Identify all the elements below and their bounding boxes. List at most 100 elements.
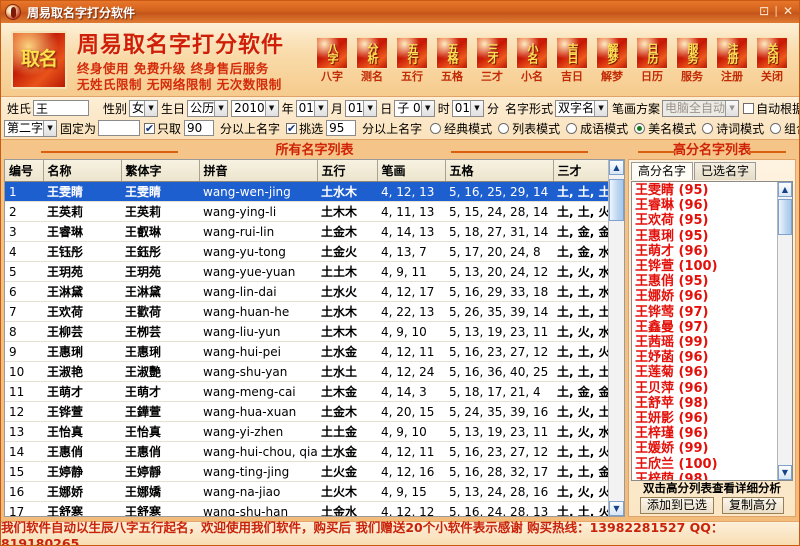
- toolbar-item-五格[interactable]: 五格五格: [433, 37, 471, 83]
- column-header-笔画[interactable]: 笔画: [377, 160, 445, 182]
- day-select[interactable]: 01 ▼: [345, 100, 377, 117]
- column-header-五格[interactable]: 五格: [445, 160, 553, 182]
- surname-input[interactable]: [33, 100, 89, 116]
- table-row[interactable]: 4王钰彤王鈺彤wang-yu-tong土金火4, 13, 75, 17, 20,…: [5, 242, 608, 262]
- table-row[interactable]: 10王淑艳王淑艷wang-shu-yan土水土4, 12, 245, 16, 3…: [5, 362, 608, 382]
- toolbar-item-服务[interactable]: 服务服务: [673, 37, 711, 83]
- add-to-selected-button[interactable]: 添加到已选: [640, 497, 714, 514]
- list-item[interactable]: 王惠俏 (95): [635, 274, 777, 289]
- calendar-select[interactable]: 公历 ▼: [187, 100, 228, 117]
- list-item[interactable]: 王茜瑶 (99): [635, 335, 777, 350]
- table-row[interactable]: 7王欢荷王歡荷wang-huan-he土水木4, 22, 135, 26, 35…: [5, 302, 608, 322]
- toolbar-item-三才[interactable]: 三才三才: [473, 37, 511, 83]
- table-row[interactable]: 2王英莉王英莉wang-ying-li土木木4, 11, 135, 15, 24…: [5, 202, 608, 222]
- list-item[interactable]: 王梓瑾 (96): [635, 426, 777, 441]
- gender-select[interactable]: 女 ▼: [129, 100, 158, 117]
- list-item[interactable]: 王莲菊 (96): [635, 365, 777, 380]
- minimize-icon[interactable]: ⊡: [759, 5, 769, 17]
- list-item[interactable]: 王铧萱 (100): [635, 259, 777, 274]
- list-item[interactable]: 王睿琳 (96): [635, 198, 777, 213]
- list-item[interactable]: 王娜娇 (96): [635, 289, 777, 304]
- pick-input[interactable]: [326, 120, 356, 136]
- list-item[interactable]: 王鑫曼 (97): [635, 320, 777, 335]
- chevron-down-icon: ▼: [421, 101, 434, 116]
- only-take-input[interactable]: [184, 120, 214, 136]
- table-row[interactable]: 6王淋黛王淋黛wang-lin-dai土水火4, 12, 175, 16, 29…: [5, 282, 608, 302]
- column-header-编号[interactable]: 编号: [5, 160, 43, 182]
- column-header-三才[interactable]: 三才: [553, 160, 608, 182]
- scroll-down-icon[interactable]: ▼: [778, 465, 792, 480]
- fixed-input[interactable]: [98, 120, 140, 136]
- toolbar-item-小名[interactable]: 小名小名: [513, 37, 551, 83]
- list-item[interactable]: 王贝萍 (96): [635, 381, 777, 396]
- toolbar-item-吉日[interactable]: 吉日吉日: [553, 37, 591, 83]
- scrollbar-thumb[interactable]: [778, 199, 792, 235]
- mode-radio-列表模式[interactable]: [498, 123, 509, 134]
- toolbar-item-关闭[interactable]: 关闭关闭: [753, 37, 791, 83]
- table-row[interactable]: 9王惠琍王惠琍wang-hui-pei土水金4, 12, 115, 16, 23…: [5, 342, 608, 362]
- table-row[interactable]: 11王萌才王萌才wang-meng-cai土木金4, 14, 35, 18, 1…: [5, 382, 608, 402]
- table-row[interactable]: 13王怡真王怡真wang-yi-zhen土土金4, 9, 105, 13, 19…: [5, 422, 608, 442]
- scrollbar-track[interactable]: [609, 175, 624, 501]
- close-icon[interactable]: ✕: [783, 5, 793, 17]
- table-row[interactable]: 14王惠俏王惠俏wang-hui-chou, qiao土水金4, 12, 115…: [5, 442, 608, 462]
- table-row[interactable]: 5王玥苑王玥苑wang-yue-yuan土土木4, 9, 115, 13, 20…: [5, 262, 608, 282]
- table-row[interactable]: 3王睿琳王叡琳wang-rui-lin土金木4, 14, 135, 18, 27…: [5, 222, 608, 242]
- mode-radio-成语模式[interactable]: [566, 123, 577, 134]
- year-select[interactable]: 2010 ▼: [231, 100, 279, 117]
- list-item[interactable]: 王欣兰 (100): [635, 457, 777, 472]
- list-item[interactable]: 王铧莺 (97): [635, 305, 777, 320]
- list-item[interactable]: 王欢荷 (95): [635, 213, 777, 228]
- mode-radio-诗词模式[interactable]: [702, 123, 713, 134]
- names-grid-scrollbar[interactable]: ▲ ▼: [608, 160, 624, 516]
- char-position-select[interactable]: 第二字 ▼: [4, 120, 57, 137]
- toolbar-item-八字[interactable]: 八字八字: [313, 37, 351, 83]
- stroke-select[interactable]: 电脑全自动 ▼: [662, 100, 739, 117]
- list-item[interactable]: 王舒苹 (98): [635, 396, 777, 411]
- mode-radio-组合模式[interactable]: [770, 123, 781, 134]
- month-select[interactable]: 01 ▼: [296, 100, 328, 117]
- list-item[interactable]: 王妍影 (96): [635, 411, 777, 426]
- column-header-五行[interactable]: 五行: [317, 160, 377, 182]
- column-header-拼音[interactable]: 拼音: [199, 160, 317, 182]
- column-header-繁体字[interactable]: 繁体字: [121, 160, 199, 182]
- minute-select[interactable]: 01 ▼: [452, 100, 484, 117]
- list-item[interactable]: 王媛娇 (99): [635, 441, 777, 456]
- table-row[interactable]: 16王娜娇王娜嬌wang-na-jiao土火木4, 9, 155, 13, 24…: [5, 482, 608, 502]
- pick-checkbox[interactable]: [286, 123, 297, 134]
- tab-高分名字[interactable]: 高分名字: [631, 162, 693, 180]
- only-take-checkbox[interactable]: [144, 123, 155, 134]
- cell-五格: 5, 13, 19, 23, 11: [445, 322, 553, 342]
- list-item[interactable]: 王雯睛 (95): [635, 183, 777, 198]
- nameform-select[interactable]: 双字名 ▼: [555, 100, 608, 117]
- high-score-scrollbar[interactable]: ▲ ▼: [777, 182, 792, 480]
- scroll-up-icon[interactable]: ▲: [778, 182, 792, 197]
- table-row[interactable]: 1王雯睛王雯睛wang-wen-jing土水木4, 12, 135, 16, 2…: [5, 182, 608, 202]
- scrollbar-thumb[interactable]: [609, 179, 624, 221]
- tab-已选名字[interactable]: 已选名字: [694, 162, 756, 180]
- auto-match-checkbox[interactable]: [743, 103, 754, 114]
- list-item[interactable]: 王惠琍 (95): [635, 229, 777, 244]
- list-item[interactable]: 王妤菡 (96): [635, 350, 777, 365]
- scrollbar-track[interactable]: [778, 197, 792, 465]
- list-item[interactable]: 王梓荫 (98): [635, 472, 777, 480]
- hour-select[interactable]: 子 0 ▼: [394, 100, 434, 117]
- toolbar-item-日历[interactable]: 日历日历: [633, 37, 671, 83]
- toolbar-item-测名[interactable]: 分析测名: [353, 37, 391, 83]
- toolbar-item-五行[interactable]: 五行五行: [393, 37, 431, 83]
- copy-high-score-button[interactable]: 复制高分: [722, 497, 784, 514]
- toolbar-item-解梦[interactable]: 解梦解梦: [593, 37, 631, 83]
- high-score-listbox[interactable]: 王雯睛 (95)王睿琳 (96)王欢荷 (95)王惠琍 (95)王萌才 (96)…: [631, 181, 793, 481]
- table-row[interactable]: 15王婷静王婷靜wang-ting-jing土火金4, 12, 165, 16,…: [5, 462, 608, 482]
- table-row[interactable]: 12王铧萱王鏵萱wang-hua-xuan土金木4, 20, 155, 24, …: [5, 402, 608, 422]
- high-score-list[interactable]: 王雯睛 (95)王睿琳 (96)王欢荷 (95)王惠琍 (95)王萌才 (96)…: [632, 182, 777, 480]
- mode-radio-美名模式[interactable]: [634, 123, 645, 134]
- scroll-up-icon[interactable]: ▲: [609, 160, 624, 175]
- mode-radio-经典模式[interactable]: [430, 123, 441, 134]
- table-row[interactable]: 17王舒寒王舒寒wang-shu-han土金水4, 12, 125, 16, 2…: [5, 502, 608, 517]
- scroll-down-icon[interactable]: ▼: [609, 501, 624, 516]
- table-row[interactable]: 8王柳芸王栁芸wang-liu-yun土木木4, 9, 105, 13, 19,…: [5, 322, 608, 342]
- toolbar-item-注册[interactable]: 注册注册: [713, 37, 751, 83]
- column-header-名称[interactable]: 名称: [43, 160, 121, 182]
- list-item[interactable]: 王萌才 (96): [635, 244, 777, 259]
